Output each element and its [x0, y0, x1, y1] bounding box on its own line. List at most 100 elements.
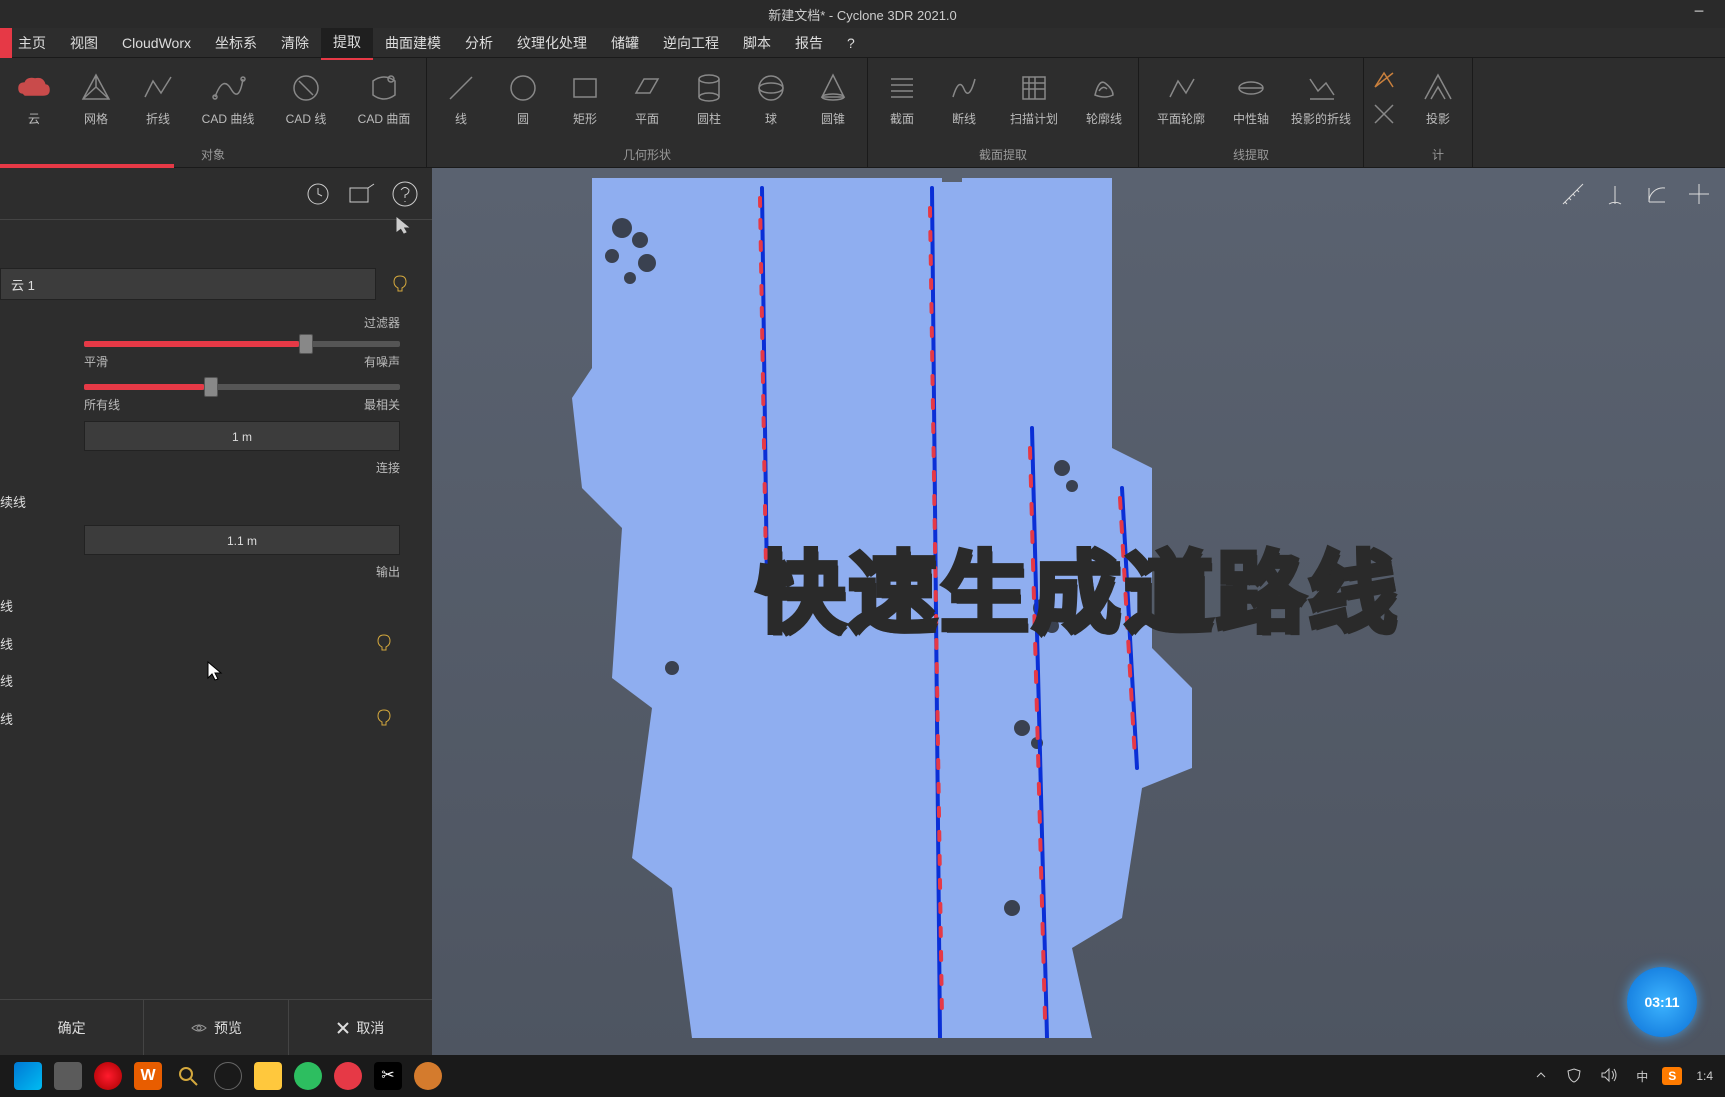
ribbon-plane-contour[interactable]: 平面轮廓 — [1145, 62, 1217, 144]
measure-tool-4[interactable] — [1681, 176, 1717, 212]
tool-b-icon[interactable] — [1370, 100, 1398, 128]
connect-section-label: 连接 — [0, 459, 416, 476]
output-opt-4[interactable]: 线 — [0, 696, 416, 740]
ribbon-group-label-objects: 对象 — [201, 144, 225, 167]
ribbon-cad-line[interactable]: CAD 线 — [270, 62, 342, 144]
ribbon-group-label-lineextract: 线提取 — [1233, 144, 1269, 167]
cone-icon — [813, 68, 853, 108]
menu-home[interactable]: 主页 — [6, 27, 58, 59]
relevance-slider[interactable]: 所有线最相关 — [0, 384, 416, 413]
reset-icon[interactable] — [304, 180, 332, 208]
measure-tool-3[interactable] — [1639, 176, 1675, 212]
tray-ime[interactable]: 中 — [1632, 1068, 1652, 1085]
ribbon-line[interactable]: 线 — [433, 62, 489, 144]
projected-icon — [1301, 68, 1341, 108]
tool-a-icon[interactable] — [1370, 66, 1398, 94]
task-search[interactable] — [168, 1056, 208, 1096]
task-opera[interactable] — [88, 1056, 128, 1096]
panel-footer: 确定 预览 取消 — [0, 999, 432, 1055]
ribbon-polyline[interactable]: 折线 — [130, 62, 186, 144]
cancel-button[interactable]: 取消 — [289, 1000, 432, 1055]
ribbon-mesh[interactable]: 网格 — [68, 62, 124, 144]
ribbon-plane[interactable]: 平面 — [619, 62, 675, 144]
tray-sogou[interactable]: S — [1662, 1067, 1682, 1085]
ribbon-section[interactable]: 截面 — [874, 62, 930, 144]
menu-coordinate[interactable]: 坐标系 — [203, 27, 269, 59]
help-icon[interactable] — [390, 179, 420, 209]
task-ue[interactable] — [208, 1056, 248, 1096]
tray-time[interactable]: 1:4 — [1692, 1069, 1717, 1083]
tray-up-icon[interactable] — [1530, 1068, 1552, 1085]
bulb-button-1[interactable] — [384, 268, 416, 300]
task-app-orange[interactable] — [408, 1056, 448, 1096]
menu-help[interactable]: ? — [835, 29, 867, 57]
task-capcut[interactable]: ✂ — [368, 1056, 408, 1096]
menu-view[interactable]: 视图 — [58, 27, 110, 59]
cloud-name-input[interactable] — [0, 268, 376, 300]
ribbon-group-geometry: 线 圆 矩形 平面 圆柱 球 圆锥 几何形状 — [427, 58, 868, 167]
menu-texture[interactable]: 纹理化处理 — [505, 27, 599, 59]
video-overlay-text: 快速生成道路线 — [756, 523, 1400, 650]
viewport-3d[interactable]: 快速生成道路线 03:11 — [432, 168, 1725, 1055]
cloud-icon — [14, 68, 54, 108]
projection-icon — [1418, 68, 1458, 108]
value-box-1[interactable]: 1 m — [84, 421, 400, 451]
menu-cloudworx[interactable]: CloudWorx — [110, 29, 203, 57]
ribbon-cone[interactable]: 圆锥 — [805, 62, 861, 144]
preview-button[interactable]: 预览 — [144, 1000, 288, 1055]
ribbon-sphere[interactable]: 球 — [743, 62, 799, 144]
ribbon-projected-polyline[interactable]: 投影的折线 — [1285, 62, 1357, 144]
ribbon-circle[interactable]: 圆 — [495, 62, 551, 144]
panel-header — [0, 168, 432, 220]
smooth-slider[interactable]: 平滑有噪声 — [0, 341, 416, 370]
polyline-icon — [138, 68, 178, 108]
ribbon-neutral-axis[interactable]: 中性轴 — [1223, 62, 1279, 144]
continue-line-option[interactable]: 续线 — [0, 486, 416, 517]
measure-tool-1[interactable] — [1555, 176, 1591, 212]
value-box-2[interactable]: 1.1 m — [84, 525, 400, 555]
menu-tank[interactable]: 储罐 — [599, 27, 651, 59]
breakline-icon — [944, 68, 984, 108]
output-opt-2[interactable]: 线 — [0, 621, 416, 665]
menu-script[interactable]: 脚本 — [731, 27, 783, 59]
output-opt-3[interactable]: 线 — [0, 665, 416, 696]
measure-tool-2[interactable] — [1597, 176, 1633, 212]
menu-analyze[interactable]: 分析 — [453, 27, 505, 59]
ribbon-group-label-geometry: 几何形状 — [623, 144, 671, 167]
tray-shield-icon[interactable] — [1562, 1067, 1586, 1086]
ribbon-cad-surface[interactable]: CAD 曲面 — [348, 62, 420, 144]
viewport-tools — [1555, 176, 1717, 212]
minimize-button[interactable]: − — [1685, 2, 1713, 22]
task-360[interactable] — [288, 1056, 328, 1096]
ribbon-rect[interactable]: 矩形 — [557, 62, 613, 144]
ok-button[interactable]: 确定 — [0, 1000, 144, 1055]
task-explorer[interactable] — [48, 1056, 88, 1096]
task-folder[interactable] — [248, 1056, 288, 1096]
output-opt-1[interactable]: 线 — [0, 590, 416, 621]
task-start[interactable] — [8, 1056, 48, 1096]
bulb-button-3[interactable] — [368, 702, 400, 734]
ribbon-group-label-projection: 计 — [1432, 144, 1444, 167]
menu-surface[interactable]: 曲面建模 — [373, 27, 453, 59]
task-app-red[interactable] — [328, 1056, 368, 1096]
ribbon-group-section: 截面 断线 扫描计划 轮廓线 截面提取 — [868, 58, 1139, 167]
ribbon-cylinder[interactable]: 圆柱 — [681, 62, 737, 144]
ribbon-breakline[interactable]: 断线 — [936, 62, 992, 144]
ribbon-projection[interactable]: 投影 — [1410, 62, 1466, 144]
ribbon-contour[interactable]: 轮廓线 — [1076, 62, 1132, 144]
ribbon-cad-curve[interactable]: CAD 曲线 — [192, 62, 264, 144]
menu-report[interactable]: 报告 — [783, 27, 835, 59]
contour-icon — [1084, 68, 1124, 108]
popout-icon[interactable] — [346, 180, 376, 208]
menu-reverse[interactable]: 逆向工程 — [651, 27, 731, 59]
properties-panel: 过滤器 平滑有噪声 所有线最相关 1 m 连接 续线 1.1 m 输出 线 线 … — [0, 168, 432, 1055]
menu-extract[interactable]: 提取 — [321, 26, 373, 60]
sphere-icon — [751, 68, 791, 108]
tray-volume-icon[interactable] — [1596, 1067, 1622, 1086]
bulb-button-2[interactable] — [368, 627, 400, 659]
ribbon-cloud[interactable]: 云 — [6, 62, 62, 144]
rect-icon — [565, 68, 605, 108]
ribbon-scanplan[interactable]: 扫描计划 — [998, 62, 1070, 144]
menu-clear[interactable]: 清除 — [269, 27, 321, 59]
task-wps[interactable]: W — [128, 1056, 168, 1096]
